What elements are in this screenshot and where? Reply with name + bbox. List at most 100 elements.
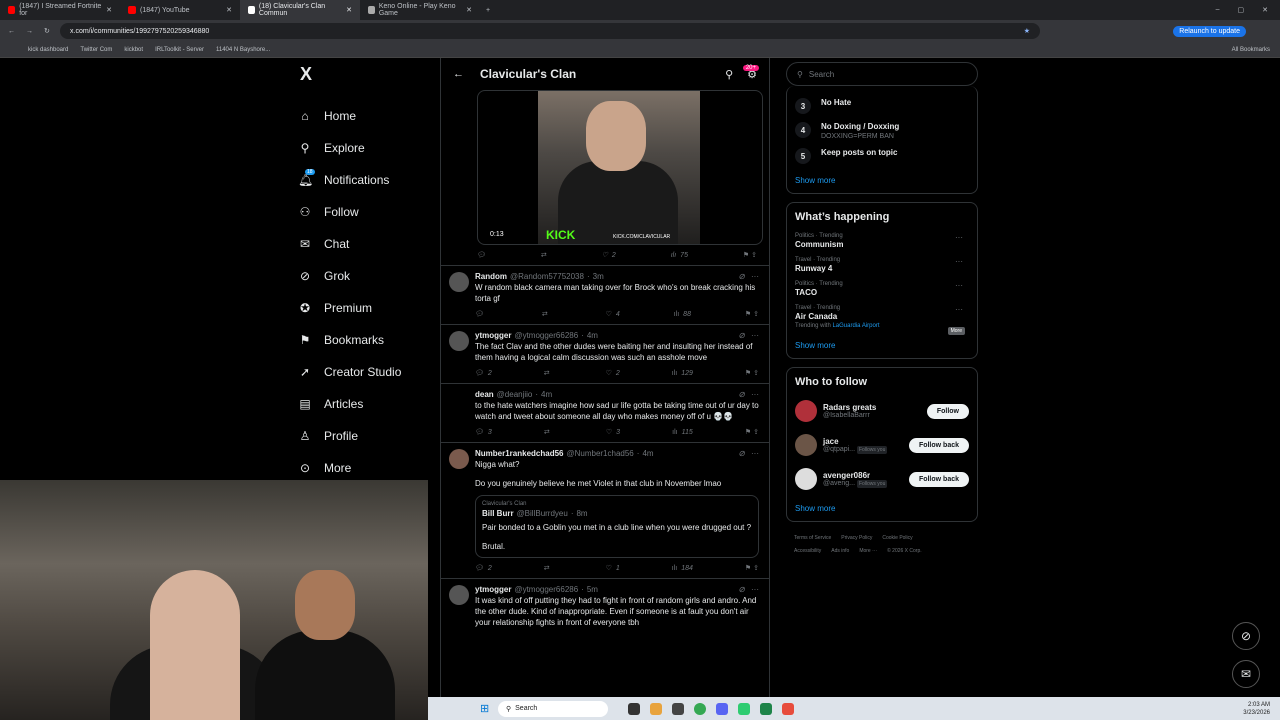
- nav-item-grok[interactable]: ⊘ Grok: [298, 260, 438, 292]
- trend-item[interactable]: Travel · Trending Air Canada Trending with…: [795, 301, 969, 335]
- bookmark[interactable]: 11404 N Bayshore...: [216, 47, 270, 53]
- search-icon[interactable]: ⚲: [725, 68, 733, 81]
- more-icon[interactable]: ···: [955, 281, 963, 290]
- reply-icon[interactable]: 💬︎: [475, 310, 488, 318]
- trend-item[interactable]: Politics · Trending Communism ···: [795, 229, 969, 253]
- bookmark[interactable]: IRLToolkit - Server: [155, 47, 204, 53]
- post[interactable]: Number1rankedchad56 @Number1chad56 · 4m ⊘ ···…: [441, 442, 769, 578]
- follow-suggestion[interactable]: jace @qtpapi... Follows you Follow back: [795, 428, 969, 462]
- post[interactable]: ytmogger @ytmogger66286 · 4m ⊘ ··· The fact C…: [441, 324, 769, 383]
- app-icon[interactable]: [672, 702, 684, 715]
- show-more-link[interactable]: Show more: [795, 176, 969, 185]
- reload-icon[interactable]: ↻: [44, 27, 50, 35]
- bookmark-share[interactable]: ⚑ ⇪: [745, 564, 759, 572]
- like-button[interactable]: ♡ 3: [606, 428, 620, 437]
- views-button[interactable]: ılı 75: [671, 252, 688, 259]
- taskbar-search[interactable]: ⚲ Search: [498, 700, 608, 717]
- bookmark[interactable]: Twitter Com: [80, 47, 112, 53]
- nav-item-profile[interactable]: ♙ Profile: [298, 420, 438, 452]
- grok-icon[interactable]: ⊘: [738, 449, 745, 458]
- chrome-icon[interactable]: [694, 702, 706, 715]
- follow-back-button[interactable]: Follow back: [908, 437, 969, 453]
- trend-link[interactable]: LaGuardia Airport: [832, 323, 879, 329]
- back-icon[interactable]: ←: [8, 28, 15, 35]
- retweet-icon[interactable]: ⇄: [542, 310, 552, 318]
- reply-icon[interactable]: 💬︎ 3: [475, 428, 492, 437]
- trend-item[interactable]: Politics · Trending TACO ···: [795, 277, 969, 301]
- relaunch-button[interactable]: Relaunch to update: [1173, 25, 1246, 37]
- views-button[interactable]: ılı 184: [672, 565, 693, 572]
- follow-suggestion[interactable]: Radars greats @IsabellaBarrr Follow: [795, 394, 969, 428]
- avatar[interactable]: [795, 434, 817, 456]
- post[interactable]: ytmogger @ytmogger66286 · 5m ⊘ ··· It was kin…: [441, 578, 769, 628]
- app-icon[interactable]: [628, 702, 640, 715]
- app-icon[interactable]: [716, 702, 728, 715]
- grok-icon[interactable]: ⊘: [738, 585, 745, 594]
- retweet-icon[interactable]: ⇄: [544, 564, 554, 572]
- browser-tab-active[interactable]: (18) Clavicular's Clan Commun ✕: [240, 0, 360, 20]
- like-button[interactable]: ♡ 2: [606, 369, 620, 378]
- all-bookmarks[interactable]: All Bookmarks: [1232, 47, 1270, 53]
- forward-icon[interactable]: →: [26, 28, 33, 35]
- more-icon[interactable]: ···: [751, 331, 759, 340]
- more-icon[interactable]: ···: [955, 305, 963, 314]
- star-icon[interactable]: ★: [1024, 27, 1030, 35]
- maximize-button[interactable]: ▢: [1238, 6, 1245, 14]
- views-button[interactable]: ılı 88: [674, 311, 691, 318]
- follow-back-button[interactable]: Follow back: [908, 471, 969, 487]
- retweet-icon[interactable]: ⇄: [544, 369, 554, 377]
- more-icon[interactable]: ···: [955, 257, 963, 266]
- close-tab-icon[interactable]: ✕: [106, 6, 112, 14]
- more-icon[interactable]: ···: [751, 390, 759, 399]
- browser-tab[interactable]: (1847) YouTube ✕: [120, 0, 240, 20]
- minimize-button[interactable]: –: [1216, 6, 1220, 14]
- video-player[interactable]: 0:13 KICK KICK.COM/CLAVICULAR: [477, 90, 763, 245]
- app-icon[interactable]: [760, 702, 772, 715]
- close-window-button[interactable]: ✕: [1262, 6, 1268, 14]
- show-more-link[interactable]: Show more: [795, 341, 969, 350]
- bookmark-share[interactable]: ⚑ ⇪: [745, 310, 759, 318]
- app-icon[interactable]: [738, 702, 750, 715]
- nav-item-follow[interactable]: ⚇ Follow: [298, 196, 438, 228]
- views-button[interactable]: ılı 115: [672, 429, 693, 436]
- taskbar-clock[interactable]: 2:03 AM 3/23/2026: [1243, 701, 1270, 717]
- quoted-post[interactable]: Clavicular's Clan Bill Burr @BillBurrdyeu…: [475, 495, 759, 558]
- bookmark-share[interactable]: ⚑ ⇪: [743, 251, 757, 259]
- reply-icon[interactable]: 💬︎ 2: [475, 369, 492, 378]
- close-tab-icon[interactable]: ✕: [226, 6, 232, 14]
- nav-item-notifications[interactable]: 🔔︎ 18 Notifications: [298, 164, 438, 196]
- more-icon[interactable]: ···: [751, 585, 759, 594]
- avatar[interactable]: [449, 449, 469, 469]
- follow-button[interactable]: Follow: [926, 403, 969, 419]
- browser-tab[interactable]: Keno Online - Play Keno Game ✕: [360, 0, 480, 20]
- follow-suggestion[interactable]: avenger086r @aveng... Follows you Follow b…: [795, 462, 969, 496]
- bookmark-share[interactable]: ⚑ ⇪: [745, 369, 759, 377]
- avatar[interactable]: [449, 585, 469, 605]
- grok-icon[interactable]: ⊘: [738, 390, 745, 399]
- retweet-icon[interactable]: ⇄: [541, 251, 547, 259]
- grok-icon[interactable]: ⊘: [738, 331, 745, 340]
- address-bar[interactable]: x.com/i/communities/1992797520259346880 ★: [60, 23, 1040, 39]
- nav-item-articles[interactable]: ▤ Articles: [298, 388, 438, 420]
- nav-item-home[interactable]: ⌂ Home: [298, 100, 438, 132]
- grok-fab[interactable]: ⊘: [1232, 622, 1260, 650]
- messages-fab[interactable]: ✉: [1232, 660, 1260, 688]
- browser-tab[interactable]: (1847) I Streamed Fortnite for ✕: [0, 0, 120, 20]
- nav-item-explore[interactable]: ⚲ Explore: [298, 132, 438, 164]
- nav-item-premium[interactable]: ✪ Premium: [298, 292, 438, 324]
- close-tab-icon[interactable]: ✕: [466, 6, 472, 14]
- rule-item[interactable]: 4 No Doxing / Doxxing DOXXING=PERM BAN: [795, 118, 969, 144]
- back-arrow-icon[interactable]: ←: [453, 68, 464, 80]
- reply-icon[interactable]: 💬︎ 2: [475, 564, 492, 573]
- grok-icon[interactable]: ⊘: [738, 272, 745, 281]
- search-input[interactable]: ⚲ Search: [786, 62, 978, 86]
- app-icon[interactable]: [782, 702, 794, 715]
- x-logo[interactable]: X: [298, 64, 438, 86]
- avatar[interactable]: [449, 390, 469, 410]
- avatar[interactable]: [449, 272, 469, 292]
- more-icon[interactable]: ···: [955, 233, 963, 242]
- avatar[interactable]: [449, 331, 469, 351]
- app-icon[interactable]: [650, 702, 662, 715]
- rule-item[interactable]: 3 No Hate: [795, 94, 969, 118]
- bookmark[interactable]: kick dashboard: [28, 47, 68, 53]
